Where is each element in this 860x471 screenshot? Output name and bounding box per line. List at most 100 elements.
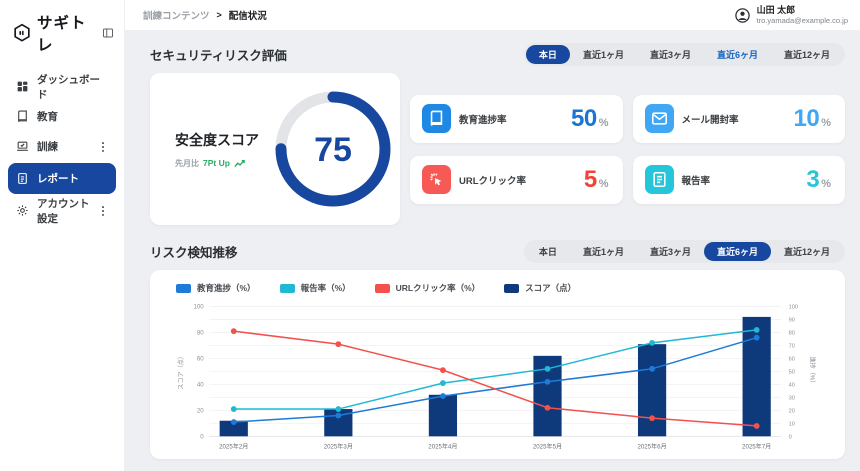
main-content: セキュリティリスク評価 本日 直近1ヶ月 直近3ヶ月 直近6ヶ月 直近12ヶ月 … (125, 30, 860, 471)
sidebar-item-label: ダッシュボード (37, 72, 108, 102)
svg-text:20: 20 (789, 409, 795, 415)
stat-book-icon (422, 104, 451, 133)
svg-text:40: 40 (197, 382, 204, 389)
svg-text:100: 100 (789, 305, 798, 311)
svg-text:2025年3月: 2025年3月 (324, 443, 353, 451)
svg-text:2025年5月: 2025年5月 (533, 443, 562, 451)
period-tab[interactable]: 直近12ヶ月 (771, 45, 843, 64)
stat-card: 報告率 3 % (633, 156, 846, 204)
risk-assessment-period-tabs: 本日 直近1ヶ月 直近3ヶ月 直近6ヶ月 直近12ヶ月 (524, 43, 845, 66)
stat-value: 5 (584, 166, 597, 194)
stat-report-icon (645, 165, 674, 194)
trend-up-icon (234, 159, 246, 168)
svg-text:40: 40 (789, 383, 795, 389)
trend-chart-card: 教育進捗（%） 報告率（%） URLクリック率（%） スコア（点 (150, 270, 845, 459)
risk-assessment-cards: 安全度スコア 先月比 7Pt Up 75 (150, 73, 845, 225)
item-menu-icon[interactable] (98, 141, 108, 153)
stat-value: 3 (806, 166, 819, 194)
sidebar-item[interactable]: 教育 (8, 103, 116, 130)
user-name: 山田 太郎 (757, 5, 848, 16)
period-tab[interactable]: 直近3ヶ月 (637, 242, 704, 261)
stat-unit: % (599, 178, 609, 190)
sidebar-item[interactable]: 訓練 (8, 133, 116, 160)
period-tab[interactable]: 直近6ヶ月 (704, 45, 771, 64)
svg-text:10: 10 (789, 421, 795, 427)
svg-text:20: 20 (197, 408, 204, 415)
period-tab[interactable]: 本日 (526, 45, 570, 64)
period-tab[interactable]: 直近1ヶ月 (570, 45, 637, 64)
breadcrumb-current: 配信状況 (229, 8, 267, 22)
training-icon (16, 140, 29, 153)
user-menu[interactable]: 山田 太郎 tro.yamada@example.co.jp (734, 5, 848, 26)
sidebar-item[interactable]: アカウント設定 (8, 197, 116, 224)
stat-click-icon (422, 165, 451, 194)
legend-item: 報告率（%） (280, 282, 351, 294)
sidebar: サギトレ ダッシュボード 教育 訓練 (0, 0, 125, 471)
breadcrumb: 訓練コンテンツ > 配信状況 (143, 8, 267, 22)
safety-score-card: 安全度スコア 先月比 7Pt Up 75 (150, 73, 400, 225)
risk-assessment-header: セキュリティリスク評価 本日 直近1ヶ月 直近3ヶ月 直近6ヶ月 直近12ヶ月 (150, 43, 845, 65)
svg-text:0: 0 (200, 433, 204, 440)
period-tab[interactable]: 直近1ヶ月 (570, 242, 637, 261)
risk-trend-section: リスク検知推移 本日 直近1ヶ月 直近3ヶ月 直近6ヶ月 直近12ヶ月 (150, 240, 845, 459)
app-title: サギトレ (37, 11, 97, 55)
settings-icon (16, 204, 29, 217)
svg-text:30: 30 (789, 396, 795, 402)
stat-unit: % (821, 178, 831, 190)
svg-text:100: 100 (193, 304, 204, 311)
item-menu-icon[interactable] (98, 205, 108, 217)
svg-text:60: 60 (789, 357, 795, 363)
header: 訓練コンテンツ > 配信状況 山田 太郎 tro.yamada@example.… (125, 0, 860, 30)
sidebar-item-label: 教育 (37, 109, 58, 124)
user-email: tro.yamada@example.co.jp (757, 16, 848, 25)
svg-text:2025年6月: 2025年6月 (637, 443, 666, 451)
sidebar-item[interactable]: ダッシュボード (8, 73, 116, 100)
user-avatar-icon (734, 7, 751, 24)
sidebar-collapse-icon[interactable] (102, 27, 114, 39)
svg-text:90: 90 (789, 318, 795, 324)
legend-item: URLクリック率（%） (375, 282, 481, 294)
score-compare-label: 先月比 (175, 158, 199, 169)
svg-text:スコア（点）: スコア（点） (177, 353, 185, 390)
stat-label: メール開封率 (682, 112, 739, 126)
sidebar-item-label: アカウント設定 (37, 196, 90, 226)
report-doc-icon (16, 172, 29, 185)
period-tab[interactable]: 直近3ヶ月 (637, 45, 704, 64)
period-tab[interactable]: 直近12ヶ月 (771, 242, 843, 261)
svg-text:80: 80 (789, 331, 795, 337)
safety-score-value: 75 (314, 131, 352, 169)
period-tab[interactable]: 直近6ヶ月 (704, 242, 771, 261)
sidebar-nav: ダッシュボード 教育 訓練 レポート ア (0, 65, 124, 224)
safety-score-label: 安全度スコア (175, 130, 259, 150)
dashboard-icon (16, 80, 29, 93)
svg-text:60: 60 (197, 356, 204, 363)
legend-item: 教育進捗（%） (176, 282, 256, 294)
app-logo-icon (12, 23, 32, 43)
legend-label: スコア（点） (525, 282, 576, 294)
svg-text:0: 0 (789, 434, 792, 440)
svg-text:2025年4月: 2025年4月 (428, 443, 457, 451)
sidebar-item-label: 訓練 (37, 139, 58, 154)
legend-swatch (504, 284, 519, 293)
svg-text:80: 80 (197, 330, 204, 337)
svg-text:進捗（%）: 進捗（%） (808, 356, 816, 386)
safety-score-donut: 75 (271, 87, 395, 211)
chart-legend: 教育進捗（%） 報告率（%） URLクリック率（%） スコア（点 (176, 282, 839, 294)
stat-value: 50 (571, 105, 597, 133)
score-change-text: 7Pt Up (203, 158, 230, 168)
stat-label: 教育進捗率 (459, 112, 507, 126)
stats-grid: 教育進捗率 50 % メール開封率 10 % (410, 73, 845, 225)
breadcrumb-parent[interactable]: 訓練コンテンツ (143, 8, 210, 22)
legend-swatch (280, 284, 295, 293)
stat-card: 教育進捗率 50 % (410, 95, 623, 143)
legend-swatch (375, 284, 390, 293)
sidebar-item[interactable]: レポート (8, 163, 116, 194)
legend-label: 報告率（%） (301, 282, 351, 294)
section-title-risk-trend: リスク検知推移 (150, 242, 238, 261)
stat-mail-icon (645, 104, 674, 133)
stat-label: 報告率 (682, 173, 711, 187)
svg-text:2025年7月: 2025年7月 (742, 443, 771, 451)
legend-swatch (176, 284, 191, 293)
section-title-risk-assessment: セキュリティリスク評価 (150, 45, 287, 64)
period-tab[interactable]: 本日 (526, 242, 570, 261)
